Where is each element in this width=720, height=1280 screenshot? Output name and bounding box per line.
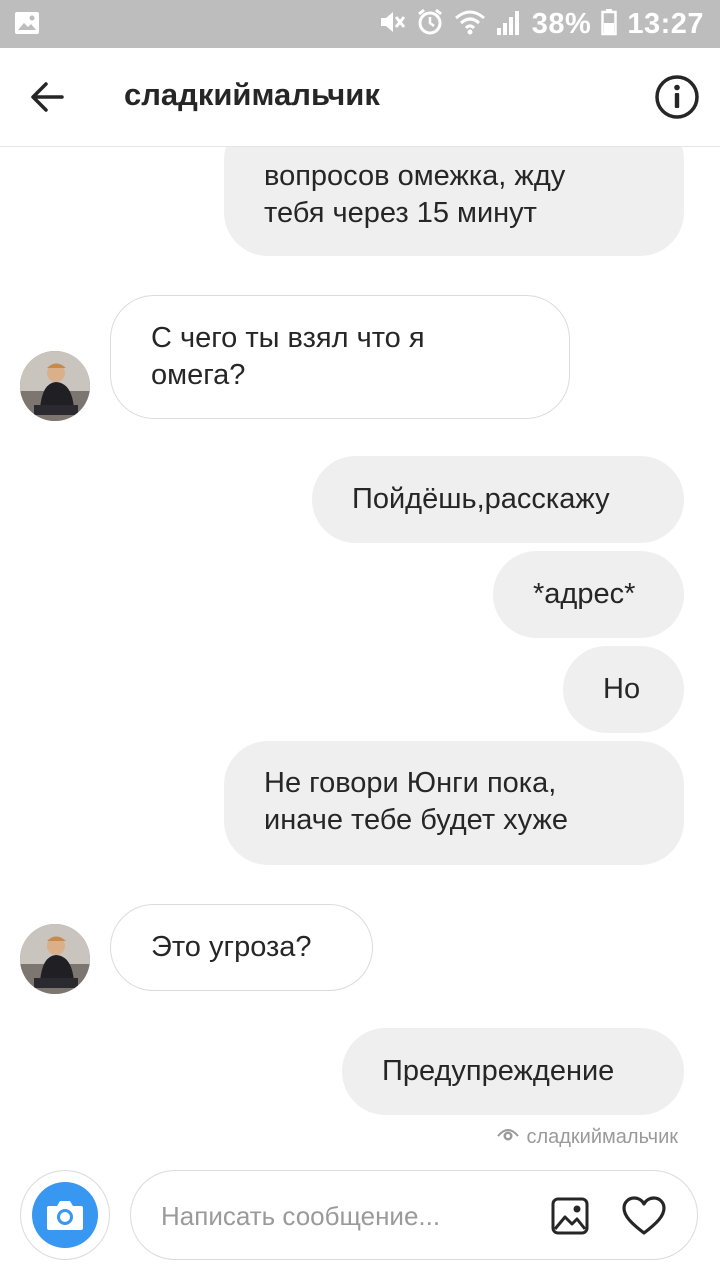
battery-icon: [601, 8, 618, 41]
message-bubble-incoming[interactable]: Это угроза?: [110, 904, 373, 991]
camera-button[interactable]: [20, 1170, 110, 1260]
message-line: Не говори Юнги пока,: [264, 767, 557, 799]
status-bar: 38% 13:27: [0, 0, 720, 48]
message-line: Но: [603, 673, 641, 705]
message-line: Предупреждение: [382, 1055, 615, 1087]
message-list[interactable]: вопросов омежка, жду тебя через 15 минут…: [0, 146, 720, 1156]
message-input-container: [130, 1170, 698, 1260]
message-bubble-outgoing[interactable]: *адрес*: [493, 551, 684, 638]
chat-header: сладкиймальчик: [0, 48, 720, 146]
signal-icon: [496, 8, 522, 41]
message-line: *адрес*: [533, 578, 636, 610]
message-bubble-outgoing[interactable]: Но: [563, 646, 684, 733]
message-line: С чего ты взял что я: [151, 322, 425, 354]
message-bubble-outgoing[interactable]: Предупреждение: [342, 1028, 684, 1115]
message-composer: [0, 1156, 720, 1280]
status-icons: 38% 13:27: [378, 6, 704, 42]
info-icon[interactable]: [654, 74, 700, 120]
mute-icon: [378, 8, 406, 41]
message-line: омега?: [151, 359, 246, 391]
gallery-icon[interactable]: [551, 1197, 589, 1235]
arrow-left-icon[interactable]: [26, 76, 68, 118]
chat-title[interactable]: сладкиймальчик: [124, 77, 380, 113]
camera-icon: [32, 1182, 98, 1248]
message-line: вопросов омежка, жду: [264, 160, 566, 192]
avatar[interactable]: [20, 924, 90, 994]
message-bubble-outgoing[interactable]: вопросов омежка, жду тебя через 15 минут: [224, 146, 684, 256]
message-line: иначе тебе будет хуже: [264, 804, 569, 836]
heart-icon[interactable]: [621, 1195, 667, 1237]
image-icon: [14, 11, 40, 35]
battery-percent: 38%: [531, 7, 592, 40]
message-line: Это угроза?: [151, 931, 312, 963]
message-bubble-outgoing[interactable]: Пойдёшь,расскажу: [312, 456, 684, 543]
wifi-icon: [454, 8, 486, 41]
eye-icon: [496, 1124, 520, 1150]
seen-label: сладкиймальчик: [526, 1125, 678, 1148]
message-bubble-incoming[interactable]: С чего ты взял что я омега?: [110, 295, 570, 419]
message-bubble-outgoing[interactable]: Не говори Юнги пока, иначе тебе будет ху…: [224, 741, 684, 865]
clock: 13:27: [627, 7, 704, 40]
seen-indicator: сладкиймальчик: [496, 1124, 678, 1150]
alarm-icon: [416, 8, 444, 41]
message-line: Пойдёшь,расскажу: [352, 483, 610, 515]
message-line: тебя через 15 минут: [264, 197, 537, 229]
message-input[interactable]: [159, 1193, 543, 1239]
avatar[interactable]: [20, 351, 90, 421]
